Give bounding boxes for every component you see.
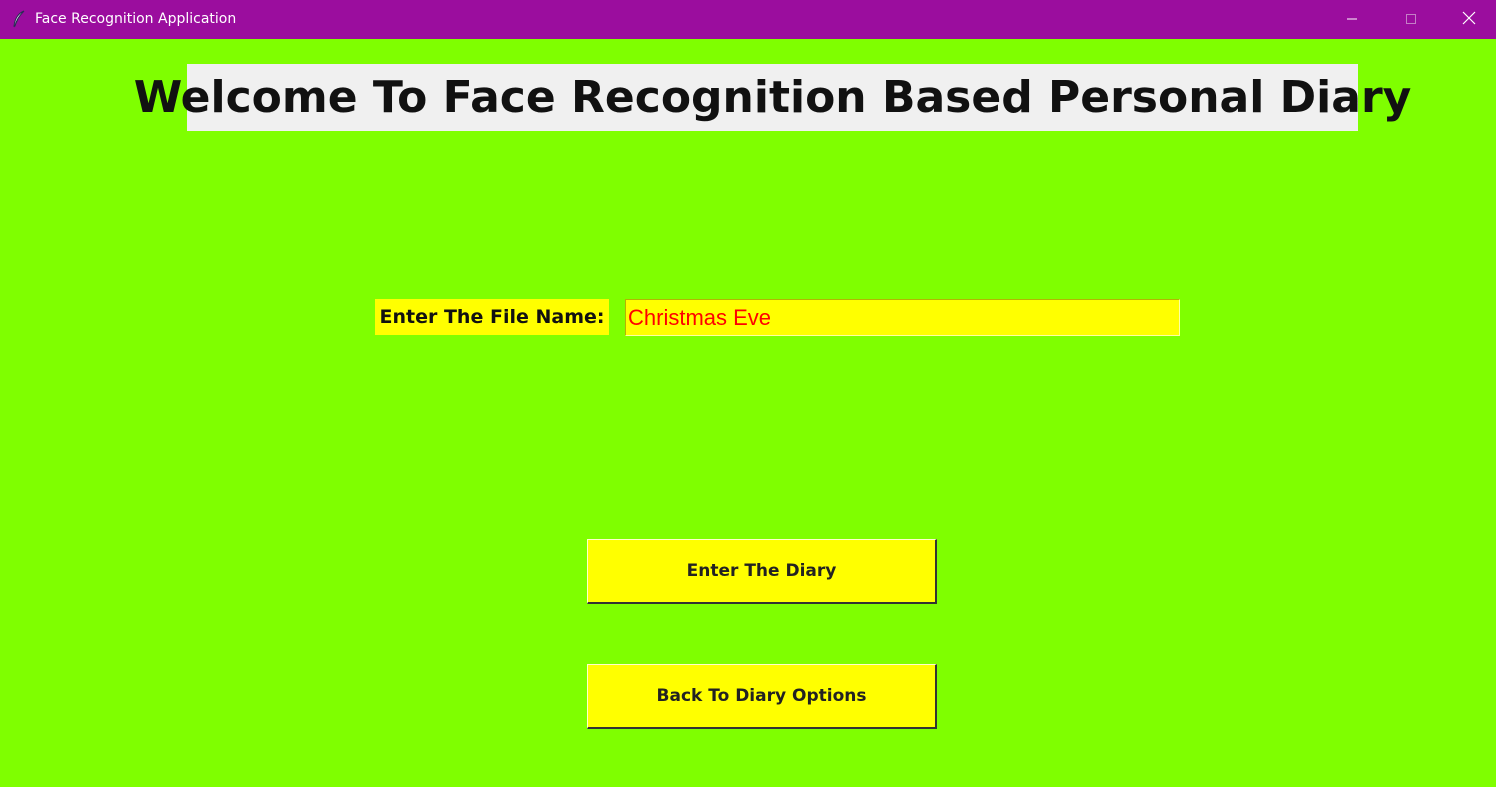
minimize-button[interactable] [1323, 0, 1381, 39]
enter-diary-button[interactable]: Enter The Diary [587, 539, 937, 604]
close-icon [1462, 10, 1476, 29]
maximize-icon [1405, 10, 1417, 29]
back-to-diary-options-button[interactable]: Back To Diary Options [587, 664, 937, 729]
file-name-input[interactable] [625, 299, 1180, 336]
window-title: Face Recognition Application [35, 11, 237, 27]
close-button[interactable] [1440, 0, 1496, 39]
minimize-icon [1346, 10, 1358, 29]
file-name-label: Enter The File Name: [375, 299, 609, 335]
maximize-button[interactable] [1382, 0, 1440, 39]
title-bar[interactable]: Face Recognition Application [0, 0, 1496, 39]
feather-icon [12, 10, 26, 28]
heading-banner: Welcome To Face Recognition Based Person… [134, 64, 1411, 131]
page-title: Welcome To Face Recognition Based Person… [133, 72, 1412, 123]
app-window: Face Recognition Application Welcome To … [0, 0, 1496, 787]
